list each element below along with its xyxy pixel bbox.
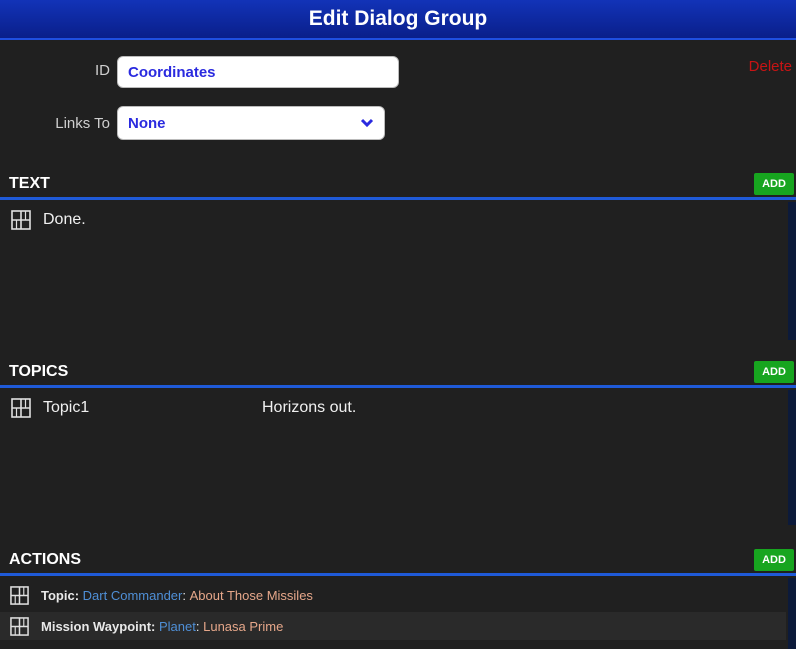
links-to-value: None: [128, 114, 166, 132]
grid-icon[interactable]: [11, 210, 31, 230]
add-action-button[interactable]: ADD: [754, 549, 794, 571]
add-text-button[interactable]: ADD: [754, 173, 794, 195]
list-item[interactable]: Topic1 Horizons out.: [0, 397, 780, 419]
id-input[interactable]: Coordinates: [117, 56, 399, 88]
links-to-label: Links To: [55, 115, 110, 132]
chevron-down-icon: [360, 118, 374, 128]
text-list-scrollbar[interactable]: [788, 202, 796, 340]
topic-name: Topic1: [43, 399, 90, 416]
topics-list-scrollbar[interactable]: [788, 390, 796, 525]
actions-section-header: ACTIONS ADD: [0, 547, 796, 576]
text-section-header: TEXT ADD: [0, 171, 796, 200]
text-section-title: TEXT: [9, 175, 50, 192]
delete-link[interactable]: Delete: [749, 58, 792, 75]
text-item-label: Done.: [43, 211, 86, 228]
list-item[interactable]: Done.: [0, 210, 86, 230]
topics-section-title: TOPICS: [9, 363, 69, 380]
action-target: Planet: [158, 618, 196, 634]
actions-list-scrollbar[interactable]: [788, 578, 796, 649]
action-type: Mission Waypoint:: [41, 618, 156, 634]
grid-icon[interactable]: [11, 398, 31, 418]
action-separator: :: [195, 618, 200, 634]
grid-icon[interactable]: [10, 616, 29, 636]
dialog-title-bar: Edit Dialog Group: [0, 0, 796, 40]
links-to-select[interactable]: None: [117, 106, 385, 140]
grid-icon[interactable]: [10, 585, 29, 605]
id-input-value: Coordinates: [128, 63, 216, 81]
action-value: About Those Missiles: [189, 587, 313, 603]
list-item[interactable]: Topic: Dart Commander: About Those Missi…: [0, 581, 786, 609]
action-type: Topic:: [41, 587, 80, 603]
action-separator: :: [182, 587, 186, 603]
action-target: Dart Commander: [82, 587, 183, 603]
id-label: ID: [95, 62, 110, 79]
actions-section-title: ACTIONS: [9, 551, 81, 568]
action-value: Lunasa Prime: [203, 618, 284, 634]
add-topic-button[interactable]: ADD: [754, 361, 794, 383]
list-item[interactable]: Mission Waypoint: Planet: Lunasa Prime: [0, 612, 786, 640]
topics-section-header: TOPICS ADD: [0, 359, 796, 388]
dialog-title: Edit Dialog Group: [308, 7, 488, 30]
topic-text: Horizons out.: [262, 399, 357, 416]
